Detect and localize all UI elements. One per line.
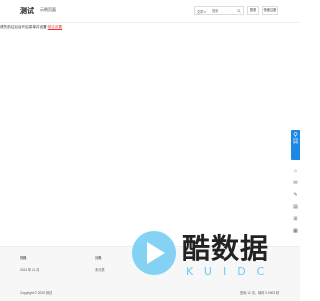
settings-link[interactable]: 前往设置 <box>48 25 62 29</box>
search-type-select[interactable]: 文章 ▾ <box>197 9 206 14</box>
register-button[interactable]: 快速注册 <box>262 6 278 15</box>
edit-icon[interactable]: ✎ <box>292 192 299 199</box>
menu-notice: 请先前往后台开启菜单并设置:前往设置 <box>0 25 62 30</box>
location-icon <box>293 132 298 137</box>
watermark-subtitle: KUIDC <box>186 265 276 278</box>
footer-category-item[interactable]: 未分类 <box>95 267 105 272</box>
site-title[interactable]: 测试 <box>20 6 34 16</box>
search-icon[interactable] <box>237 8 241 13</box>
play-icon <box>147 242 165 264</box>
shopping-icon[interactable]: ⊞ <box>292 216 299 223</box>
watermark-title: 酷数据 <box>182 232 270 265</box>
login-button[interactable]: 登录 <box>247 6 259 15</box>
search-box: 文章 ▾ <box>194 6 244 15</box>
notice-text: 请先前往后台开启菜单并设置: <box>0 25 48 29</box>
online-service-badge[interactable]: 在线 客服 <box>291 130 300 160</box>
footer-category-title: 分类 <box>95 256 102 260</box>
footer-stats: 查询 12 次，耗时 0.0903 秒 <box>240 291 280 295</box>
calendar-icon[interactable]: ▦ <box>292 228 299 235</box>
nav-item-sample-page[interactable]: 示例页面 <box>40 7 56 13</box>
chat-icon[interactable]: ✉ <box>292 180 299 187</box>
gift-icon[interactable]: ⌂ <box>292 168 299 175</box>
footer-copyright: Copyright © 2025 测试 <box>20 291 53 295</box>
search-input[interactable] <box>212 8 234 14</box>
document-icon[interactable]: ▤ <box>292 204 299 211</box>
badge-line-2: 客服 <box>292 141 298 144</box>
footer-archive-item[interactable]: 2024 年 11 月 <box>20 267 39 272</box>
watermark-logo: 酷数据 KUIDC <box>132 227 290 283</box>
footer-archive-title: 归档 <box>20 256 27 260</box>
site-header: 测试 示例页面 文章 ▾ 登录 快速注册 <box>0 0 300 23</box>
